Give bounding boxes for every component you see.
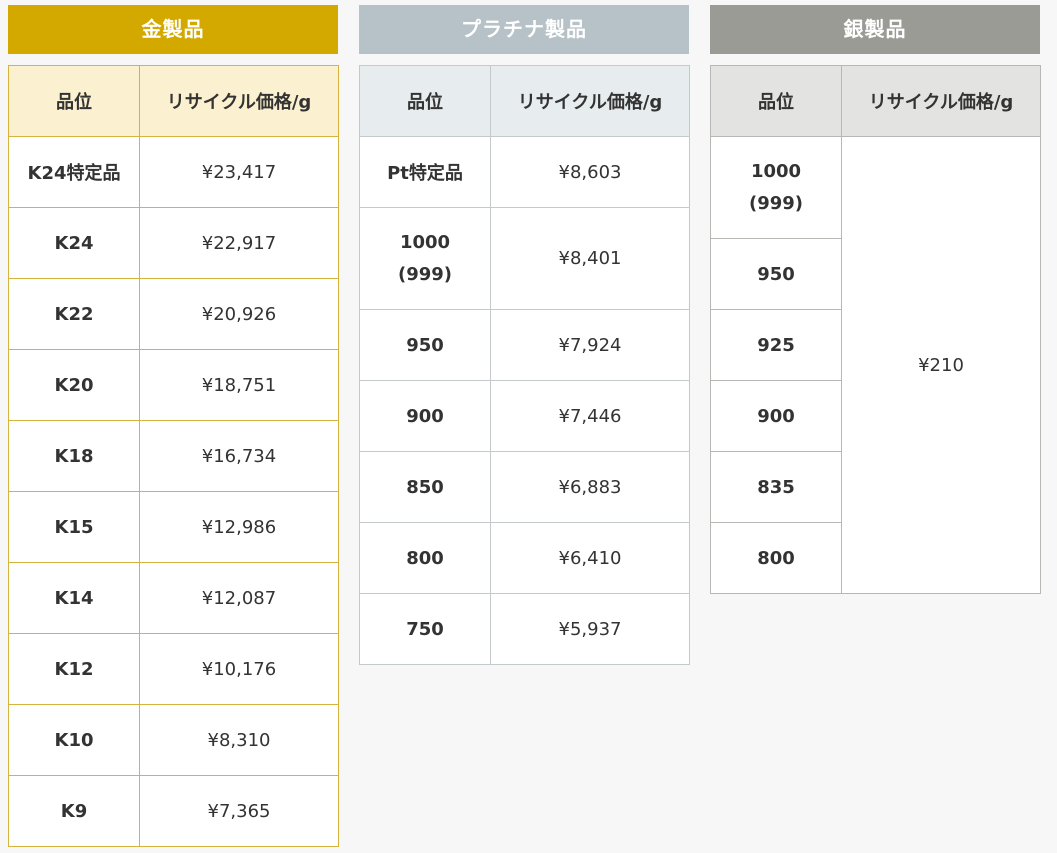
table-header-row: 品位 リサイクル価格/g bbox=[359, 65, 690, 137]
grade-cell: K22 bbox=[8, 278, 140, 350]
price-cell: ¥12,087 bbox=[139, 562, 339, 634]
table-row: 950 ¥7,924 bbox=[359, 309, 690, 381]
grade-cell: K24 bbox=[8, 207, 140, 279]
grade-column-header: 品位 bbox=[8, 65, 140, 137]
table-row: 1000 (999) ¥210 bbox=[710, 136, 1041, 594]
grade-cell: K20 bbox=[8, 349, 140, 421]
grade-cell: 900 bbox=[710, 380, 842, 452]
price-cell: ¥22,917 bbox=[139, 207, 339, 279]
grade-column-header: 品位 bbox=[359, 65, 491, 137]
table-row: K12 ¥10,176 bbox=[8, 633, 339, 705]
grade-cell: 950 bbox=[710, 238, 842, 310]
grade-cell: K15 bbox=[8, 491, 140, 563]
grade-cell: 835 bbox=[710, 451, 842, 523]
grade-cell: Pt特定品 bbox=[359, 136, 491, 208]
price-cell: ¥6,410 bbox=[490, 522, 690, 594]
price-cell: ¥5,937 bbox=[490, 593, 690, 665]
silver-price-table: 品位 リサイクル価格/g 1000 (999) ¥210 950 925 900… bbox=[710, 65, 1041, 594]
grade-cell: K14 bbox=[8, 562, 140, 634]
grade-cell: K10 bbox=[8, 704, 140, 776]
silver-title: 銀製品 bbox=[710, 5, 1040, 54]
grade-column-header: 品位 bbox=[710, 65, 842, 137]
price-cell: ¥7,365 bbox=[139, 775, 339, 847]
price-column-header: リサイクル価格/g bbox=[841, 65, 1041, 137]
price-cell: ¥18,751 bbox=[139, 349, 339, 421]
grade-cell: 800 bbox=[359, 522, 491, 594]
table-header-row: 品位 リサイクル価格/g bbox=[8, 65, 339, 137]
grade-cell: 1000 (999) bbox=[710, 136, 842, 239]
grade-cell: K18 bbox=[8, 420, 140, 492]
grade-cell: 750 bbox=[359, 593, 491, 665]
platinum-price-table: 品位 リサイクル価格/g Pt特定品 ¥8,603 1000 (999) ¥8,4… bbox=[359, 65, 690, 665]
gold-title: 金製品 bbox=[8, 5, 338, 54]
table-row: K22 ¥20,926 bbox=[8, 278, 339, 350]
price-column-header: リサイクル価格/g bbox=[490, 65, 690, 137]
grade-main: 1000 bbox=[750, 160, 802, 182]
silver-section: 銀製品 品位 リサイクル価格/g 1000 (999) ¥210 950 925… bbox=[710, 5, 1041, 594]
table-row: 800 ¥6,410 bbox=[359, 522, 690, 594]
grade-cell: 950 bbox=[359, 309, 491, 381]
price-cell: ¥8,603 bbox=[490, 136, 690, 208]
price-cell: ¥12,986 bbox=[139, 491, 339, 563]
grade-cell: 925 bbox=[710, 309, 842, 381]
table-row: 750 ¥5,937 bbox=[359, 593, 690, 665]
shared-price-cell: ¥210 bbox=[841, 136, 1041, 594]
table-row: K14 ¥12,087 bbox=[8, 562, 339, 634]
price-cell: ¥6,883 bbox=[490, 451, 690, 523]
price-cell: ¥20,926 bbox=[139, 278, 339, 350]
table-row: K10 ¥8,310 bbox=[8, 704, 339, 776]
table-row: 900 ¥7,446 bbox=[359, 380, 690, 452]
table-header-row: 品位 リサイクル価格/g bbox=[710, 65, 1041, 137]
grade-cell: K24特定品 bbox=[8, 136, 140, 208]
price-cell: ¥7,446 bbox=[490, 380, 690, 452]
table-row: K24特定品 ¥23,417 bbox=[8, 136, 339, 208]
grade-cell: K9 bbox=[8, 775, 140, 847]
grade-main: 1000 bbox=[399, 231, 451, 253]
table-row: K24 ¥22,917 bbox=[8, 207, 339, 279]
price-cell: ¥10,176 bbox=[139, 633, 339, 705]
grade-cell: 800 bbox=[710, 522, 842, 594]
price-cell: ¥23,417 bbox=[139, 136, 339, 208]
grade-cell: K12 bbox=[8, 633, 140, 705]
table-row: K15 ¥12,986 bbox=[8, 491, 339, 563]
table-row: 1000 (999) ¥8,401 bbox=[359, 207, 690, 310]
price-column-header: リサイクル価格/g bbox=[139, 65, 339, 137]
price-cell: ¥16,734 bbox=[139, 420, 339, 492]
gold-section: 金製品 品位 リサイクル価格/g K24特定品 ¥23,417 K24 ¥22,91… bbox=[8, 5, 339, 847]
grade-cell: 900 bbox=[359, 380, 491, 452]
grade-sub: (999) bbox=[748, 192, 804, 214]
price-cell: ¥7,924 bbox=[490, 309, 690, 381]
table-row: K18 ¥16,734 bbox=[8, 420, 339, 492]
gold-price-table: 品位 リサイクル価格/g K24特定品 ¥23,417 K24 ¥22,917 K2… bbox=[8, 65, 339, 847]
table-row: 850 ¥6,883 bbox=[359, 451, 690, 523]
table-row: Pt特定品 ¥8,603 bbox=[359, 136, 690, 208]
grade-cell: 1000 (999) bbox=[359, 207, 491, 310]
price-cell: ¥8,310 bbox=[139, 704, 339, 776]
price-tables: 金製品 品位 リサイクル価格/g K24特定品 ¥23,417 K24 ¥22,91… bbox=[0, 0, 1057, 853]
platinum-title: プラチナ製品 bbox=[359, 5, 689, 54]
grade-sub: (999) bbox=[397, 263, 453, 285]
price-cell: ¥8,401 bbox=[490, 207, 690, 310]
grade-cell: 850 bbox=[359, 451, 491, 523]
table-row: K20 ¥18,751 bbox=[8, 349, 339, 421]
platinum-section: プラチナ製品 品位 リサイクル価格/g Pt特定品 ¥8,603 1000 (99… bbox=[359, 5, 690, 665]
table-row: K9 ¥7,365 bbox=[8, 775, 339, 847]
